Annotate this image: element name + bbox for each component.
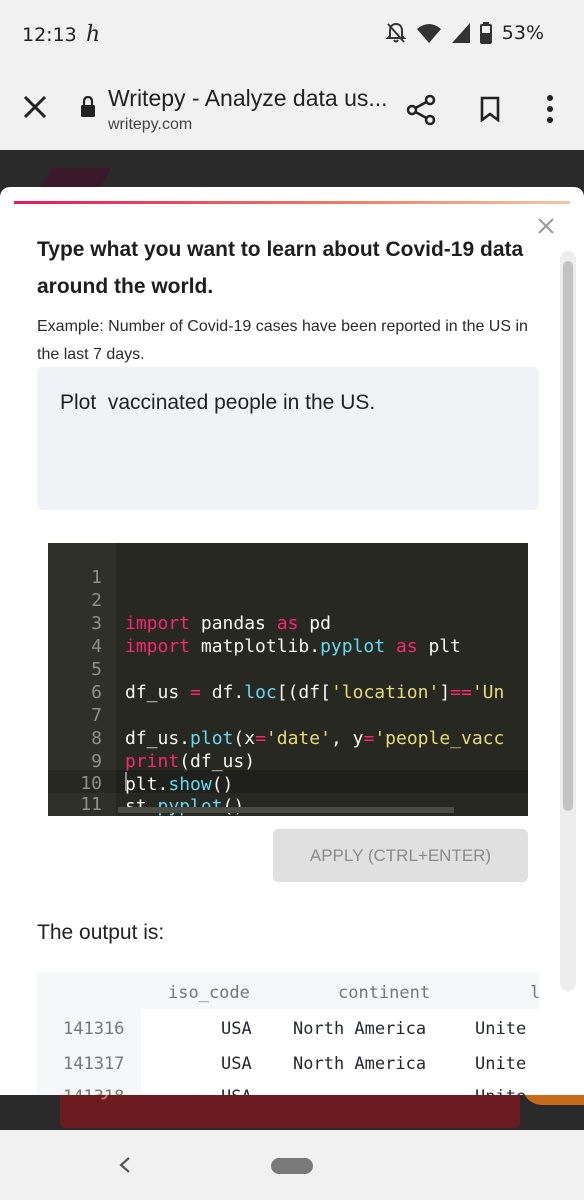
code-editor[interactable]: 1 2 import pandas as pd 3 import matplot… — [48, 543, 528, 816]
share-icon[interactable] — [406, 94, 436, 126]
more-vert-icon[interactable] — [544, 94, 556, 124]
wifi-icon — [416, 24, 441, 43]
code-line[interactable]: 1 — [48, 543, 528, 588]
home-pill[interactable] — [271, 1158, 313, 1174]
column-header-continent[interactable]: continent — [338, 983, 430, 1003]
status-time: 12:13 — [22, 24, 77, 46]
back-chevron-icon[interactable] — [118, 1156, 132, 1174]
app-notification-icon: h — [86, 22, 101, 47]
table-cell: USA — [221, 1087, 252, 1095]
accent-bar — [14, 201, 570, 204]
row-index: 141317 — [63, 1054, 125, 1074]
table-cell: Unite — [475, 1054, 527, 1074]
browser-toolbar: Writepy - Analyze data us... writepy.com — [0, 70, 584, 150]
code-line[interactable]: 7 df_us.plot(x='date', y='people_vacc — [48, 681, 528, 749]
line-number: 11 — [80, 794, 102, 815]
code-line[interactable]: 2 import pandas as pd — [48, 566, 528, 634]
code-line[interactable]: 11 — [48, 770, 528, 815]
scrollbar-thumb[interactable] — [563, 261, 573, 811]
prompt-input-value[interactable]: Plot vaccinated people in the US. — [60, 391, 375, 415]
modal-close-icon[interactable] — [537, 217, 555, 235]
query-modal: Type what you want to learn about Covid-… — [0, 187, 584, 1095]
close-icon[interactable] — [22, 94, 48, 120]
modal-heading: Type what you want to learn about Covid-… — [37, 238, 524, 298]
notifications-off-icon — [385, 22, 406, 43]
page-title[interactable]: Writepy - Analyze data us... — [108, 85, 398, 112]
signal-icon — [451, 23, 470, 43]
code-line[interactable]: 8 print(df_us) — [48, 704, 528, 772]
bookmark-icon[interactable] — [480, 96, 500, 122]
code-token: pyplot — [157, 796, 223, 816]
code-line[interactable]: 9 plt.show() — [48, 727, 528, 795]
output-table[interactable]: iso_code continent l 141316 USA North Am… — [37, 973, 539, 1095]
lock-icon — [81, 96, 95, 117]
column-header-location[interactable]: l — [530, 983, 539, 1003]
column-header-iso-code[interactable]: iso_code — [168, 983, 250, 1003]
page-url[interactable]: writepy.com — [108, 116, 192, 134]
editor-horizontal-scrollbar[interactable] — [118, 807, 454, 813]
code-line[interactable]: 4 — [48, 612, 528, 657]
text-cursor — [125, 772, 127, 791]
example-text: Example: Number of Covid-19 cases have b… — [37, 318, 528, 363]
battery-icon — [479, 22, 492, 44]
table-cell: USA — [221, 1019, 252, 1039]
code-token: st. — [125, 796, 158, 816]
code-token: () — [222, 796, 245, 816]
status-icons: 53% — [385, 22, 544, 44]
output-label: The output is: — [37, 921, 165, 944]
code-line[interactable]: 3 import matplotlib.pyplot as plt — [48, 589, 528, 657]
row-index: 141318 — [63, 1087, 124, 1095]
table-cell: North America — [293, 1019, 427, 1039]
table-cell: USA — [221, 1054, 252, 1074]
prompt-input[interactable]: Plot vaccinated people in the US. — [37, 367, 539, 510]
code-line[interactable]: 5 df_us = df.loc[(df['location']=='Un — [48, 635, 528, 703]
apply-button[interactable]: APPLY (CTRL+ENTER) — [273, 829, 528, 882]
row-index: 141316 — [63, 1019, 125, 1039]
table-cell: Unite — [475, 1019, 527, 1039]
code-line[interactable]: 6 — [48, 658, 528, 703]
status-bar: 12:13 h 53% — [0, 0, 584, 70]
table-cell: Unite — [475, 1087, 526, 1095]
battery-percent: 53% — [501, 22, 544, 44]
system-nav-bar — [0, 1130, 584, 1200]
table-cell: North America — [293, 1054, 427, 1074]
code-line[interactable]: 10 st.pyplot() — [48, 749, 528, 816]
